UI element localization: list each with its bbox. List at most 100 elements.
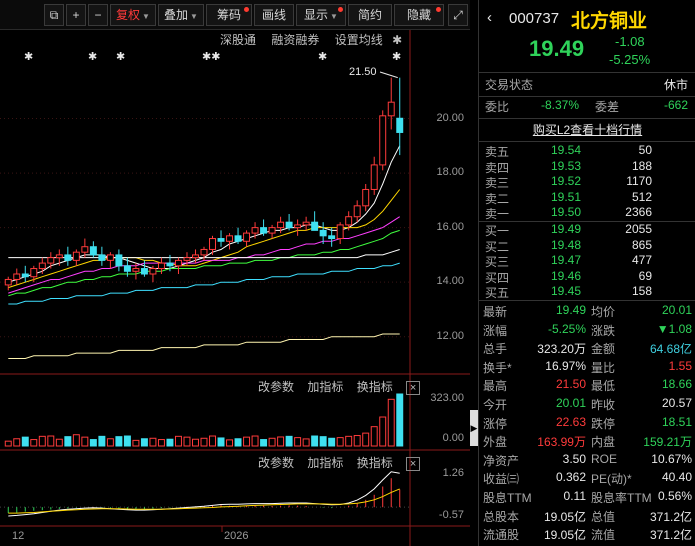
stat-row: 总股本 19.05亿 总值 371.2亿 [479, 508, 695, 527]
stat-value: 0.11 [563, 489, 586, 503]
stat-row: 最高 21.50 最低 18.66 [479, 377, 695, 396]
candle-body [328, 235, 336, 240]
macd-add-indicator-link[interactable]: 加指标 [307, 456, 343, 470]
stock-code: 000737 [509, 10, 560, 27]
price-axis-label: 14.00 [436, 275, 464, 288]
candle-body [166, 262, 174, 267]
candle-body [200, 248, 208, 256]
buy-price: 19.47 [551, 253, 582, 268]
stat-label: 流值 [591, 528, 616, 543]
volume-bar [294, 437, 302, 447]
close-icon[interactable]: × [406, 457, 421, 471]
macd-axis-top: 1.26 [442, 467, 464, 479]
hide-button[interactable]: 隐藏 [394, 4, 444, 26]
volume-bar [379, 416, 387, 447]
stat-label: 总手 [483, 342, 508, 357]
volume-bar [72, 434, 80, 447]
macd-edit-params-link[interactable]: 改参数 [258, 456, 294, 470]
stat-value: 10.67% [651, 451, 692, 466]
stat-row: 涨幅 -5.25% 涨跌 ▼1.08 [479, 322, 695, 341]
stat-value: 19.05亿 [543, 509, 586, 524]
stat-value: 0.56% [657, 489, 692, 503]
candle-body [89, 246, 97, 256]
stat-value: 64.68亿 [649, 342, 692, 357]
volume-axis-top: 323.00 [430, 392, 464, 404]
vol-edit-params-link[interactable]: 改参数 [258, 380, 294, 394]
volume-bar [38, 435, 46, 447]
volume-bar [311, 435, 319, 447]
zoom-out-button[interactable]: − [88, 4, 108, 26]
volume-bar [21, 436, 29, 447]
chips-button[interactable]: 筹码 [206, 4, 252, 26]
fuquan-button[interactable]: 复权 ▼ [110, 4, 156, 26]
stat-value: 18.66 [661, 377, 692, 392]
volume-bar [362, 432, 370, 447]
stock-name: 北方铜业 [571, 11, 648, 32]
volume-bar [30, 439, 38, 447]
stat-value: 20.57 [661, 396, 692, 410]
close-icon[interactable]: × [406, 381, 421, 395]
candle-body [140, 268, 148, 275]
sell-price: 19.52 [551, 174, 582, 189]
volume-bar [396, 393, 404, 447]
buy-volume: 69 [638, 268, 652, 283]
candle-body [345, 216, 353, 226]
buy-level-label: 买一 [485, 224, 510, 238]
stat-label: 内盘 [591, 435, 616, 450]
price-axis-label: 16.00 [436, 220, 464, 233]
candle-body [294, 224, 302, 229]
volume-bar [192, 438, 199, 447]
stat-row: 收益㈢ 0.362 PE(动)* 40.40 [479, 470, 695, 489]
wb-value: -8.37% [541, 98, 580, 112]
candle-body [115, 254, 123, 267]
stat-value: 19.05亿 [543, 528, 586, 543]
buy-price: 19.45 [551, 284, 582, 299]
collapse-panel-handle[interactable]: ▶ [470, 410, 478, 446]
buy-price: 19.49 [551, 222, 582, 236]
candle-body [302, 221, 310, 226]
candle-body [72, 251, 80, 261]
volume-bar [200, 437, 208, 447]
sell-volume: 512 [631, 189, 652, 204]
volume-bar [140, 438, 148, 447]
last-price: 19.49 [529, 36, 585, 61]
volume-bar [328, 437, 336, 447]
stat-value: 159.21万 [643, 435, 692, 450]
volume-bar [209, 435, 216, 447]
macd-panel-header: 改参数 加指标 换指标 × [258, 454, 430, 471]
candle-body [268, 227, 276, 234]
back-icon[interactable]: ‹ [487, 9, 492, 26]
draw-line-button[interactable]: 画线 [254, 4, 294, 26]
sell-level-label: 卖三 [485, 176, 510, 191]
candle-body [149, 268, 157, 275]
volume-bar [149, 437, 157, 447]
display-button[interactable]: 显示 ▼ [296, 4, 346, 26]
candle-body [387, 101, 395, 117]
candle-body [13, 273, 21, 280]
window-restore-button[interactable]: ⧉ [44, 4, 64, 26]
level2-link[interactable]: 购买L2查看十档行情 [479, 121, 695, 140]
overlay-button[interactable]: 叠加 ▼ [158, 4, 204, 26]
sell-price: 19.50 [551, 205, 582, 220]
stat-label: 收益㈢ [483, 472, 520, 487]
stat-row: 净资产 3.50 ROE 10.67% [479, 452, 695, 471]
fullscreen-icon[interactable]: ⤢ [448, 4, 468, 26]
vol-add-indicator-link[interactable]: 加指标 [307, 380, 343, 394]
stat-label: 量比 [591, 360, 616, 375]
simple-button[interactable]: 简约 [348, 4, 392, 26]
high-price-marker: 21.50 [349, 66, 377, 78]
volume-bar [243, 436, 251, 447]
stat-row: 总手 323.20万 金额 64.68亿 [479, 340, 695, 359]
candle-body [226, 235, 234, 242]
macd-dif-line [8, 471, 400, 517]
stat-label: 净资产 [483, 453, 520, 468]
wc-label: 委差 [595, 100, 620, 114]
time-axis-label: 2026 [224, 530, 249, 542]
macd-switch-indicator-link[interactable]: 换指标 [357, 456, 393, 470]
stat-label: 换手* [483, 360, 512, 375]
vol-switch-indicator-link[interactable]: 换指标 [357, 380, 393, 394]
sell-level-label: 卖五 [485, 145, 510, 159]
sell-price: 19.51 [551, 189, 582, 204]
buy-level-label: 买四 [485, 270, 510, 285]
zoom-in-button[interactable]: + [66, 4, 86, 26]
